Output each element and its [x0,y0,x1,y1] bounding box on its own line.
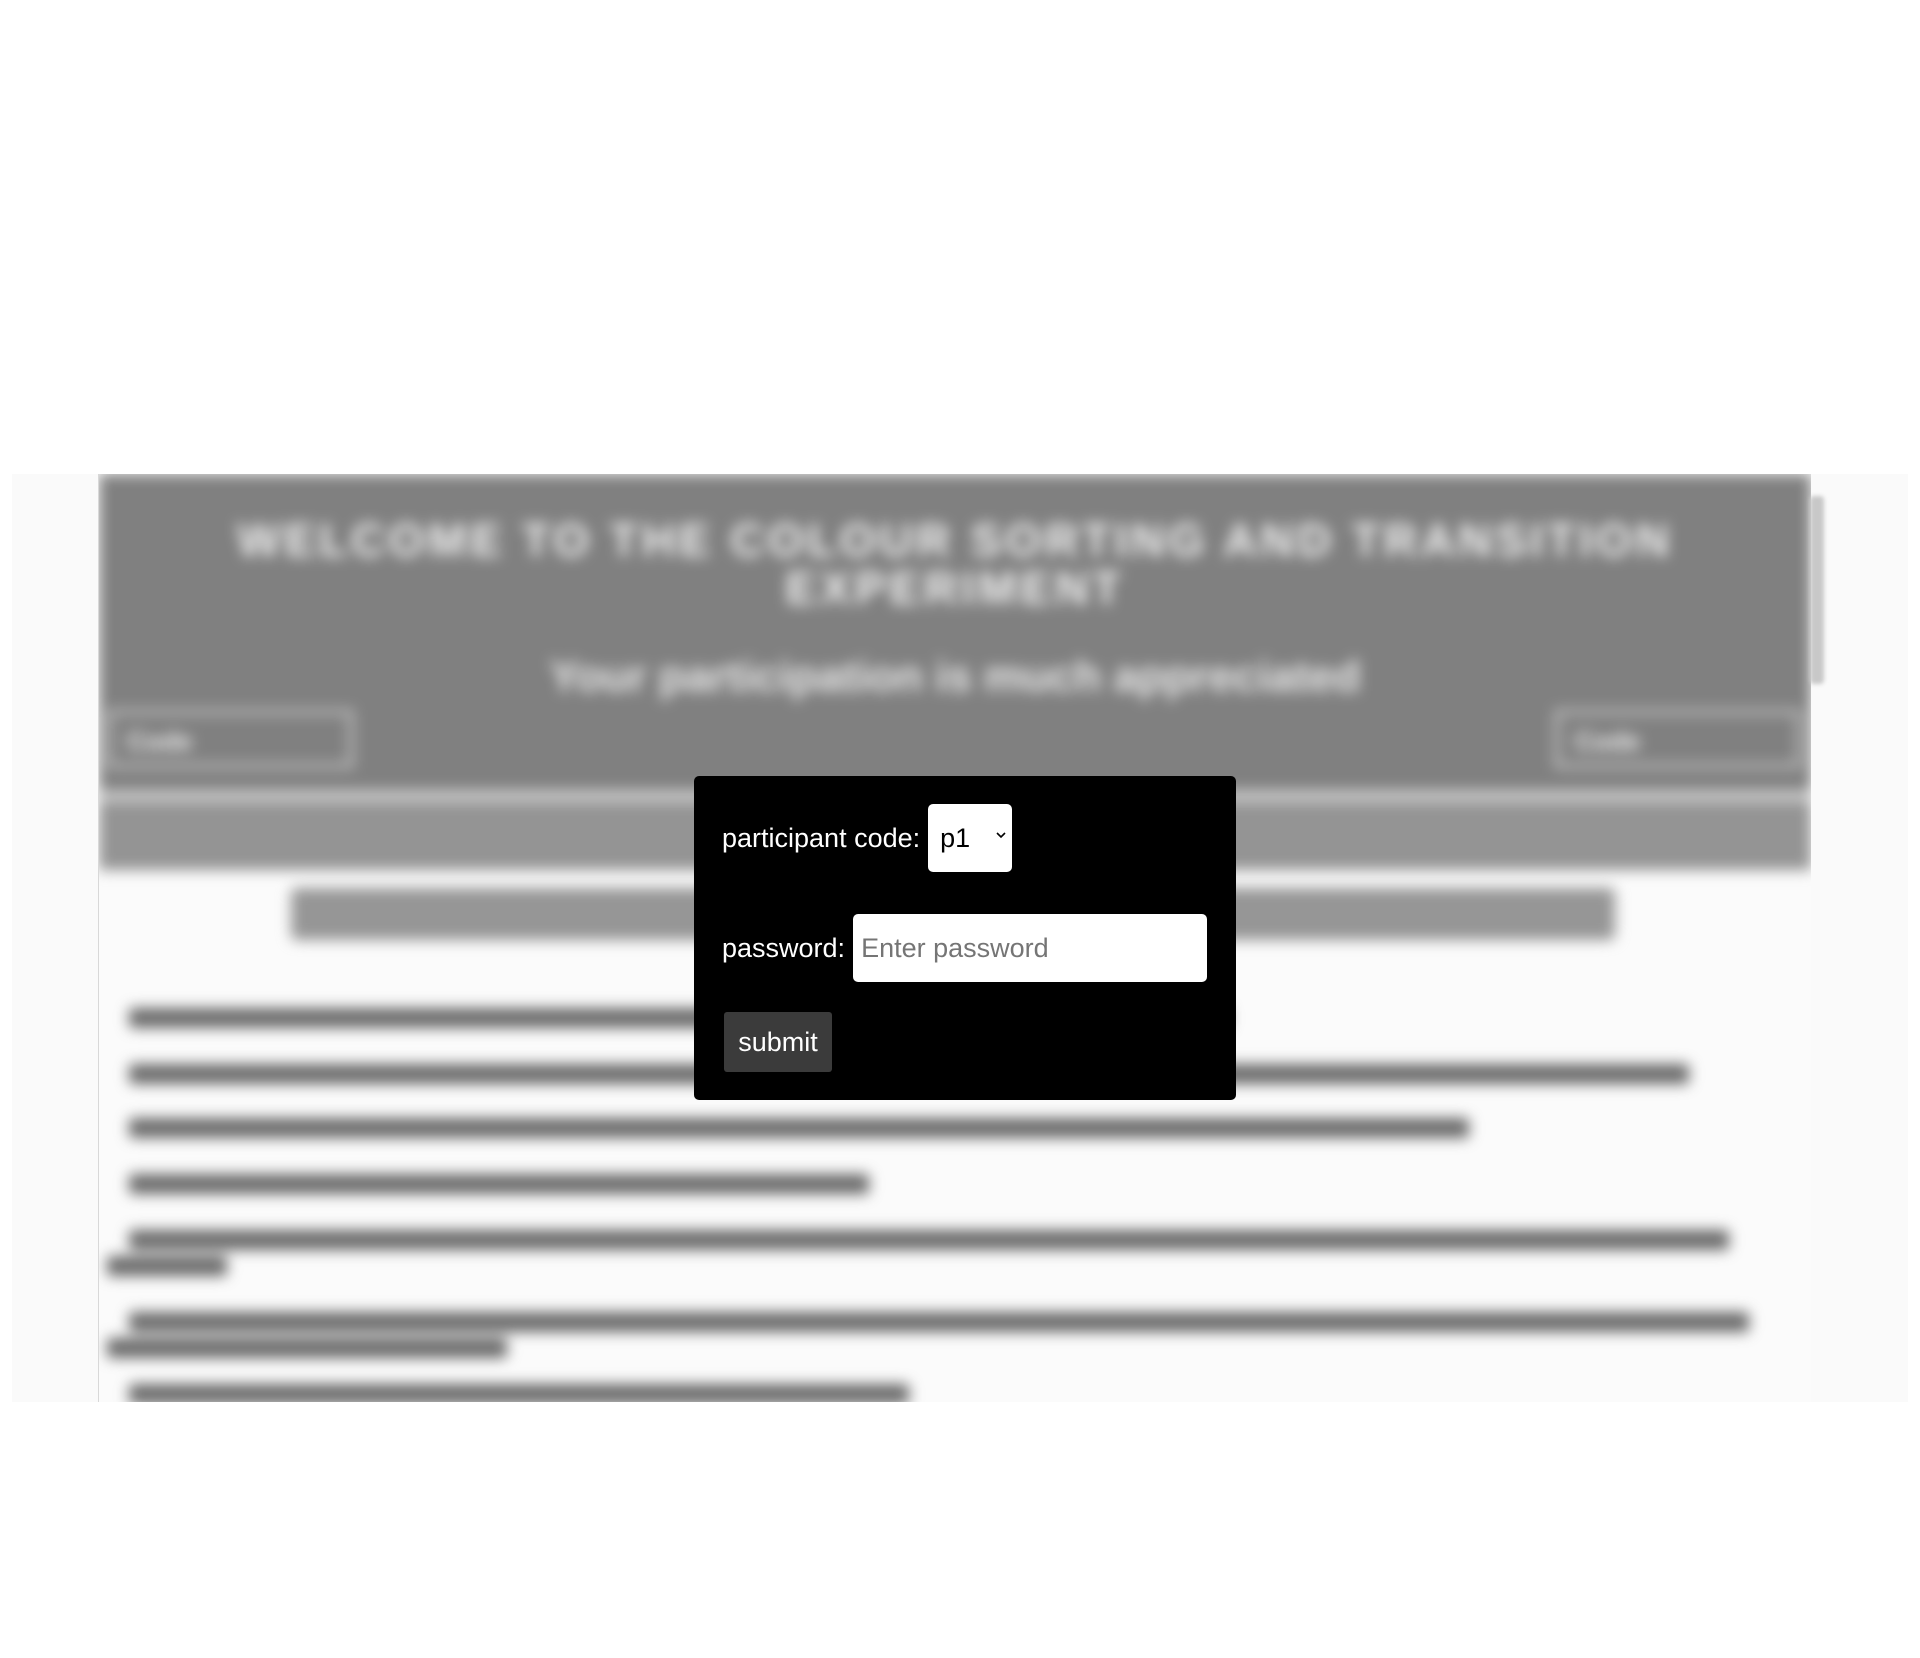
background-scrollbar [1810,496,1824,684]
participant-code-value: p1 [940,822,971,853]
background-text-line [107,1338,507,1358]
participant-code-label: participant code: [722,822,921,853]
password-input[interactable] [853,914,1208,982]
background-code-label-left: Code [127,726,192,756]
background-text-line [129,1312,1749,1332]
submit-row: submit [724,1012,832,1072]
background-text-line [107,1256,227,1276]
background-title: WELCOME TO THE COLOUR SORTING AND TRANSI… [237,514,1673,614]
password-label: password: [722,932,846,963]
participant-code-select[interactable]: p1 [928,804,1013,872]
background-code-box-left: Code [107,710,353,768]
chevron-down-icon [996,832,1006,839]
background-text-line [129,1118,1469,1138]
background-code-box-right: Code [1555,710,1801,768]
participant-row: participant code: p1 [722,804,1013,872]
background-text-line [129,1174,869,1194]
background-header: WELCOME TO THE COLOUR SORTING AND TRANSI… [99,474,1811,790]
submit-button[interactable]: submit [724,1012,832,1072]
background-subtitle: Your participation is much appreciated [549,652,1361,701]
background-text-line [129,1384,909,1402]
background-text-line [129,1230,1729,1250]
password-row: password: [722,914,1208,982]
page: WELCOME TO THE COLOUR SORTING AND TRANSI… [0,0,1920,1658]
login-dialog: participant code: p1 password: submit [694,776,1236,1100]
background-code-label-right: Code [1575,726,1640,756]
